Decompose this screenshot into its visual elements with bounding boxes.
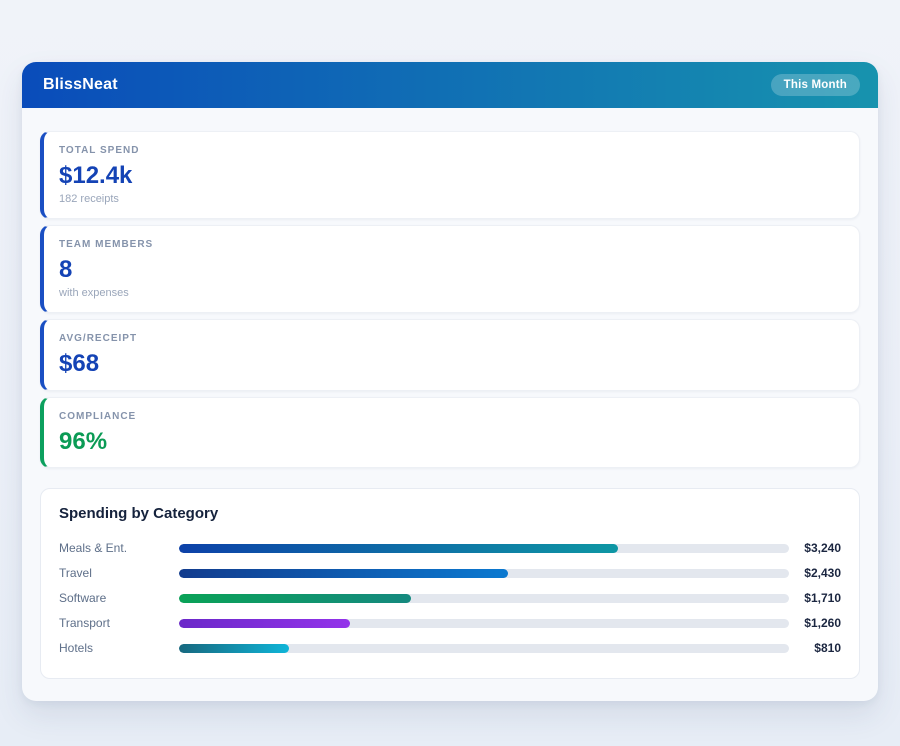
bar-track: [179, 644, 789, 653]
app-title: BlissNeat: [43, 76, 118, 94]
dashboard-body: TOTAL SPEND $12.4k 182 receipts TEAM MEM…: [22, 108, 878, 701]
stat-label: AVG/RECEIPT: [59, 333, 843, 344]
category-label: Meals & Ent.: [59, 541, 179, 555]
panel-title: Spending by Category: [59, 505, 841, 522]
category-value: $2,430: [789, 566, 841, 580]
stat-card-total-spend: TOTAL SPEND $12.4k 182 receipts: [40, 131, 860, 219]
category-label: Hotels: [59, 641, 179, 655]
category-value: $810: [789, 641, 841, 655]
bar-track: [179, 544, 789, 553]
spending-by-category-panel: Spending by Category Meals & Ent. $3,240…: [40, 488, 860, 679]
bar-fill: [179, 619, 350, 628]
category-bar-list: Meals & Ent. $3,240 Travel $2,430 Softwa…: [59, 536, 841, 661]
category-row-hotels: Hotels $810: [59, 636, 841, 661]
bar-track: [179, 569, 789, 578]
stat-card-avg-receipt: AVG/RECEIPT $68: [40, 319, 860, 390]
category-row-transport: Transport $1,260: [59, 611, 841, 636]
stat-value: 96%: [59, 429, 843, 454]
stat-value: $12.4k: [59, 163, 843, 188]
category-row-meals: Meals & Ent. $3,240: [59, 536, 841, 561]
bar-track: [179, 594, 789, 603]
bar-track: [179, 619, 789, 628]
category-label: Software: [59, 591, 179, 605]
category-row-travel: Travel $2,430: [59, 561, 841, 586]
stat-subtext: with expenses: [59, 287, 843, 299]
stat-subtext: 182 receipts: [59, 193, 843, 205]
dashboard-card: BlissNeat This Month TOTAL SPEND $12.4k …: [22, 62, 878, 701]
stat-value: $68: [59, 351, 843, 376]
bar-fill: [179, 594, 411, 603]
app-header: BlissNeat This Month: [22, 62, 878, 108]
bar-fill: [179, 544, 618, 553]
stat-value: 8: [59, 257, 843, 282]
category-label: Transport: [59, 616, 179, 630]
category-label: Travel: [59, 566, 179, 580]
stat-card-team-members: TEAM MEMBERS 8 with expenses: [40, 225, 860, 313]
bar-fill: [179, 644, 289, 653]
stat-card-compliance: COMPLIANCE 96%: [40, 397, 860, 468]
category-row-software: Software $1,710: [59, 586, 841, 611]
category-value: $1,710: [789, 591, 841, 605]
stat-label: COMPLIANCE: [59, 411, 843, 422]
category-value: $1,260: [789, 616, 841, 630]
category-value: $3,240: [789, 541, 841, 555]
stat-label: TOTAL SPEND: [59, 145, 843, 156]
stat-label: TEAM MEMBERS: [59, 239, 843, 250]
period-badge[interactable]: This Month: [771, 74, 860, 96]
bar-fill: [179, 569, 508, 578]
